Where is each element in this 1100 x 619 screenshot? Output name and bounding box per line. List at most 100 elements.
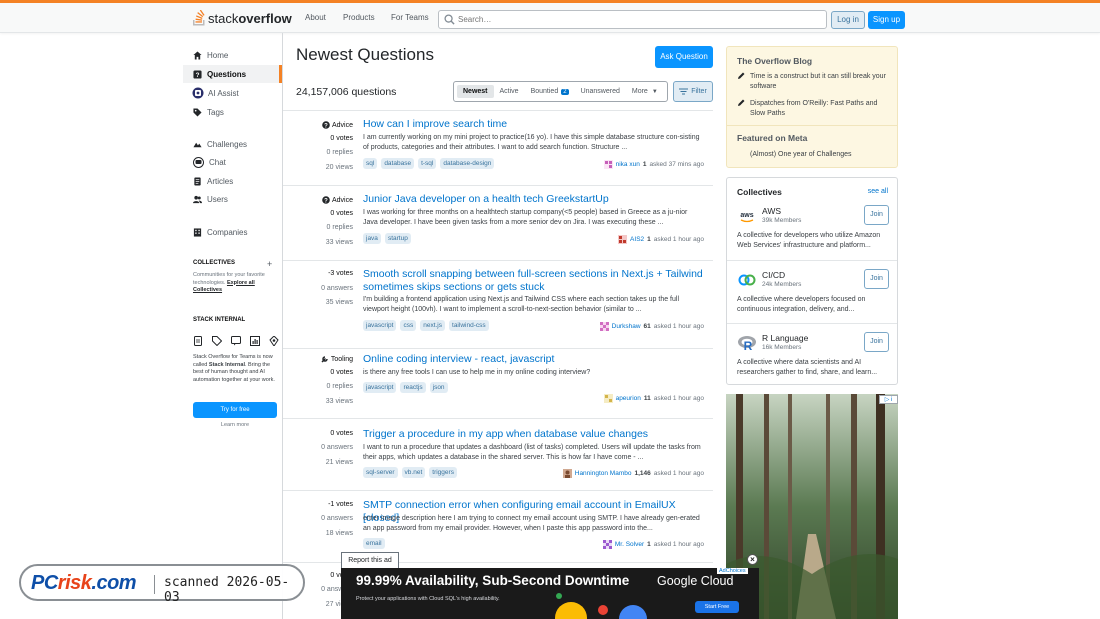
answer-count: 0 answers <box>321 515 353 522</box>
asked-time[interactable]: asked 1 hour ago <box>654 323 704 330</box>
question-title-link[interactable]: Smooth scroll snapping between full-scre… <box>363 268 708 294</box>
sidebar-item-label: Companies <box>207 227 248 237</box>
sidebar-item-articles[interactable]: Articles <box>183 172 282 190</box>
learn-more-link[interactable]: Learn more <box>193 422 277 428</box>
user-reputation: 11 <box>643 395 651 402</box>
tag-link[interactable]: t-sql <box>418 158 437 169</box>
ad-choices-icon[interactable]: ▷ i <box>879 395 898 404</box>
collective-description: A collective for developers who utilize … <box>737 232 881 249</box>
start-free-button[interactable]: Start Free <box>695 601 739 613</box>
blog-item[interactable]: Time is a construct but it can still bre… <box>737 72 892 91</box>
question-title-link[interactable]: How can I improve search time <box>363 118 708 131</box>
question-title-link[interactable]: Junior Java developer on a health tech G… <box>363 193 708 206</box>
asked-time[interactable]: asked 1 hour ago <box>654 541 704 548</box>
tag-link[interactable]: vb.net <box>401 467 426 478</box>
try-free-button[interactable]: Try for free <box>193 402 277 418</box>
sidebar-item-tags[interactable]: Tags <box>183 103 282 121</box>
stackoverflow-logo[interactable]: stack overflow <box>192 10 292 26</box>
report-ad-button[interactable]: Report this ad <box>341 552 399 569</box>
tag-icon <box>193 107 202 117</box>
tab-newest[interactable]: Newest <box>457 85 494 98</box>
avatar[interactable] <box>562 469 572 478</box>
tag-link[interactable]: email <box>363 538 385 549</box>
avatar[interactable] <box>599 322 609 331</box>
avatar[interactable] <box>618 235 628 244</box>
nav-products[interactable]: Products <box>343 13 375 22</box>
user-link[interactable]: Hannington Mambo <box>575 470 632 477</box>
bottom-banner-ad[interactable]: 99.99% Availability, Sub-Second Downtime… <box>341 568 759 619</box>
signup-button[interactable]: Sign up <box>868 11 905 29</box>
tag-link[interactable]: sql <box>363 158 378 169</box>
blog-item[interactable]: Dispatches from O'Reilly: Fast Paths and… <box>737 99 892 118</box>
tab-bountied[interactable]: Bountied 2 <box>525 85 575 98</box>
collectives-heading: COLLECTIVES <box>193 260 236 266</box>
sidebar-item-ai-assist[interactable]: AI Assist <box>183 84 282 102</box>
tag-link[interactable]: sql-server <box>363 467 398 478</box>
asked-time[interactable]: asked 1 hour ago <box>654 470 704 477</box>
tab-unanswered[interactable]: Unanswered <box>575 85 626 98</box>
close-ad-icon[interactable]: × <box>747 554 758 565</box>
asked-time[interactable]: asked 1 hour ago <box>654 236 704 243</box>
nav-about[interactable]: About <box>305 13 326 22</box>
tag-link[interactable]: tailwind-css <box>449 320 489 331</box>
tag-link[interactable]: triggers <box>429 467 457 478</box>
collectives-add-icon[interactable]: + <box>267 259 272 269</box>
tag-link[interactable]: reactjs <box>400 382 426 393</box>
question-title-link[interactable]: Online coding interview - react, javascr… <box>363 353 708 366</box>
nav-for-teams[interactable]: For Teams <box>391 13 429 22</box>
tag-link[interactable]: javascript <box>363 382 397 393</box>
sidebar-item-home[interactable]: Home <box>183 46 282 64</box>
sidebar-item-label: Chat <box>209 157 226 167</box>
question-mark-icon: ? <box>322 196 330 204</box>
tag-link[interactable]: java <box>363 233 381 244</box>
filter-icon <box>679 88 689 95</box>
asked-time[interactable]: asked 1 hour ago <box>654 395 704 402</box>
avatar[interactable] <box>602 540 612 549</box>
tag-link[interactable]: database-design <box>440 158 495 169</box>
tag-link[interactable]: json <box>429 382 448 393</box>
question-summary: -3 votes 0 answers 35 views Smooth scrol… <box>283 260 713 348</box>
join-button[interactable]: Join <box>864 269 889 289</box>
see-all-link[interactable]: see all <box>868 188 888 195</box>
question-excerpt: enter image description here I am trying… <box>363 515 700 532</box>
tag-link[interactable]: database <box>381 158 415 169</box>
user-link[interactable]: nika xun <box>616 161 640 168</box>
join-button[interactable]: Join <box>864 205 889 225</box>
question-title-link[interactable]: Trigger a procedure in my app when datab… <box>363 428 708 441</box>
filter-button[interactable]: Filter <box>673 81 713 102</box>
avatar[interactable] <box>603 160 613 169</box>
sidebar-item-chat[interactable]: Chat <box>183 153 282 171</box>
badge-label: Tooling <box>330 355 353 363</box>
sidebar-item-companies[interactable]: Companies <box>183 223 282 241</box>
chat-bubble-icon <box>231 336 241 346</box>
meta-item[interactable]: (Almost) One year of Challenges <box>737 150 892 160</box>
ask-question-button[interactable]: Ask Question <box>655 46 713 68</box>
user-link[interactable]: Durkshaw <box>612 323 641 330</box>
sidebar-item-challenges[interactable]: Challenges <box>183 135 282 153</box>
ad-choices-label[interactable]: AdChoices <box>717 568 748 574</box>
user-link[interactable]: apeurion <box>616 395 641 402</box>
sidebar-item-users[interactable]: Users <box>183 190 282 208</box>
login-button[interactable]: Log in <box>831 11 865 29</box>
tag-link[interactable]: css <box>400 320 417 331</box>
tag-link[interactable]: next.js <box>420 320 446 331</box>
join-button[interactable]: Join <box>864 332 889 352</box>
collective-name[interactable]: CI/CD <box>762 270 785 280</box>
user-link[interactable]: Mr. Solver <box>615 541 644 548</box>
collective-name[interactable]: AWS <box>762 206 781 216</box>
tag-link[interactable]: javascript <box>363 320 397 331</box>
question-meta: apeurion 11 asked 1 hour ago <box>603 394 704 403</box>
view-count: 35 views <box>325 299 353 306</box>
tab-active[interactable]: Active <box>494 85 525 98</box>
search-input[interactable] <box>458 13 818 26</box>
sidebar-item-questions[interactable]: ? Questions <box>183 65 282 83</box>
collective-name[interactable]: R Language <box>762 333 808 343</box>
blog-heading: The Overflow Blog <box>737 56 813 66</box>
search-box[interactable] <box>438 10 827 29</box>
tag-link[interactable]: startup <box>384 233 411 244</box>
avatar[interactable] <box>603 394 613 403</box>
wrench-icon <box>321 356 328 363</box>
tab-more[interactable]: More ▼ <box>626 85 664 98</box>
user-link[interactable]: AIS2 <box>630 236 644 243</box>
asked-time[interactable]: asked 37 mins ago <box>649 161 704 168</box>
